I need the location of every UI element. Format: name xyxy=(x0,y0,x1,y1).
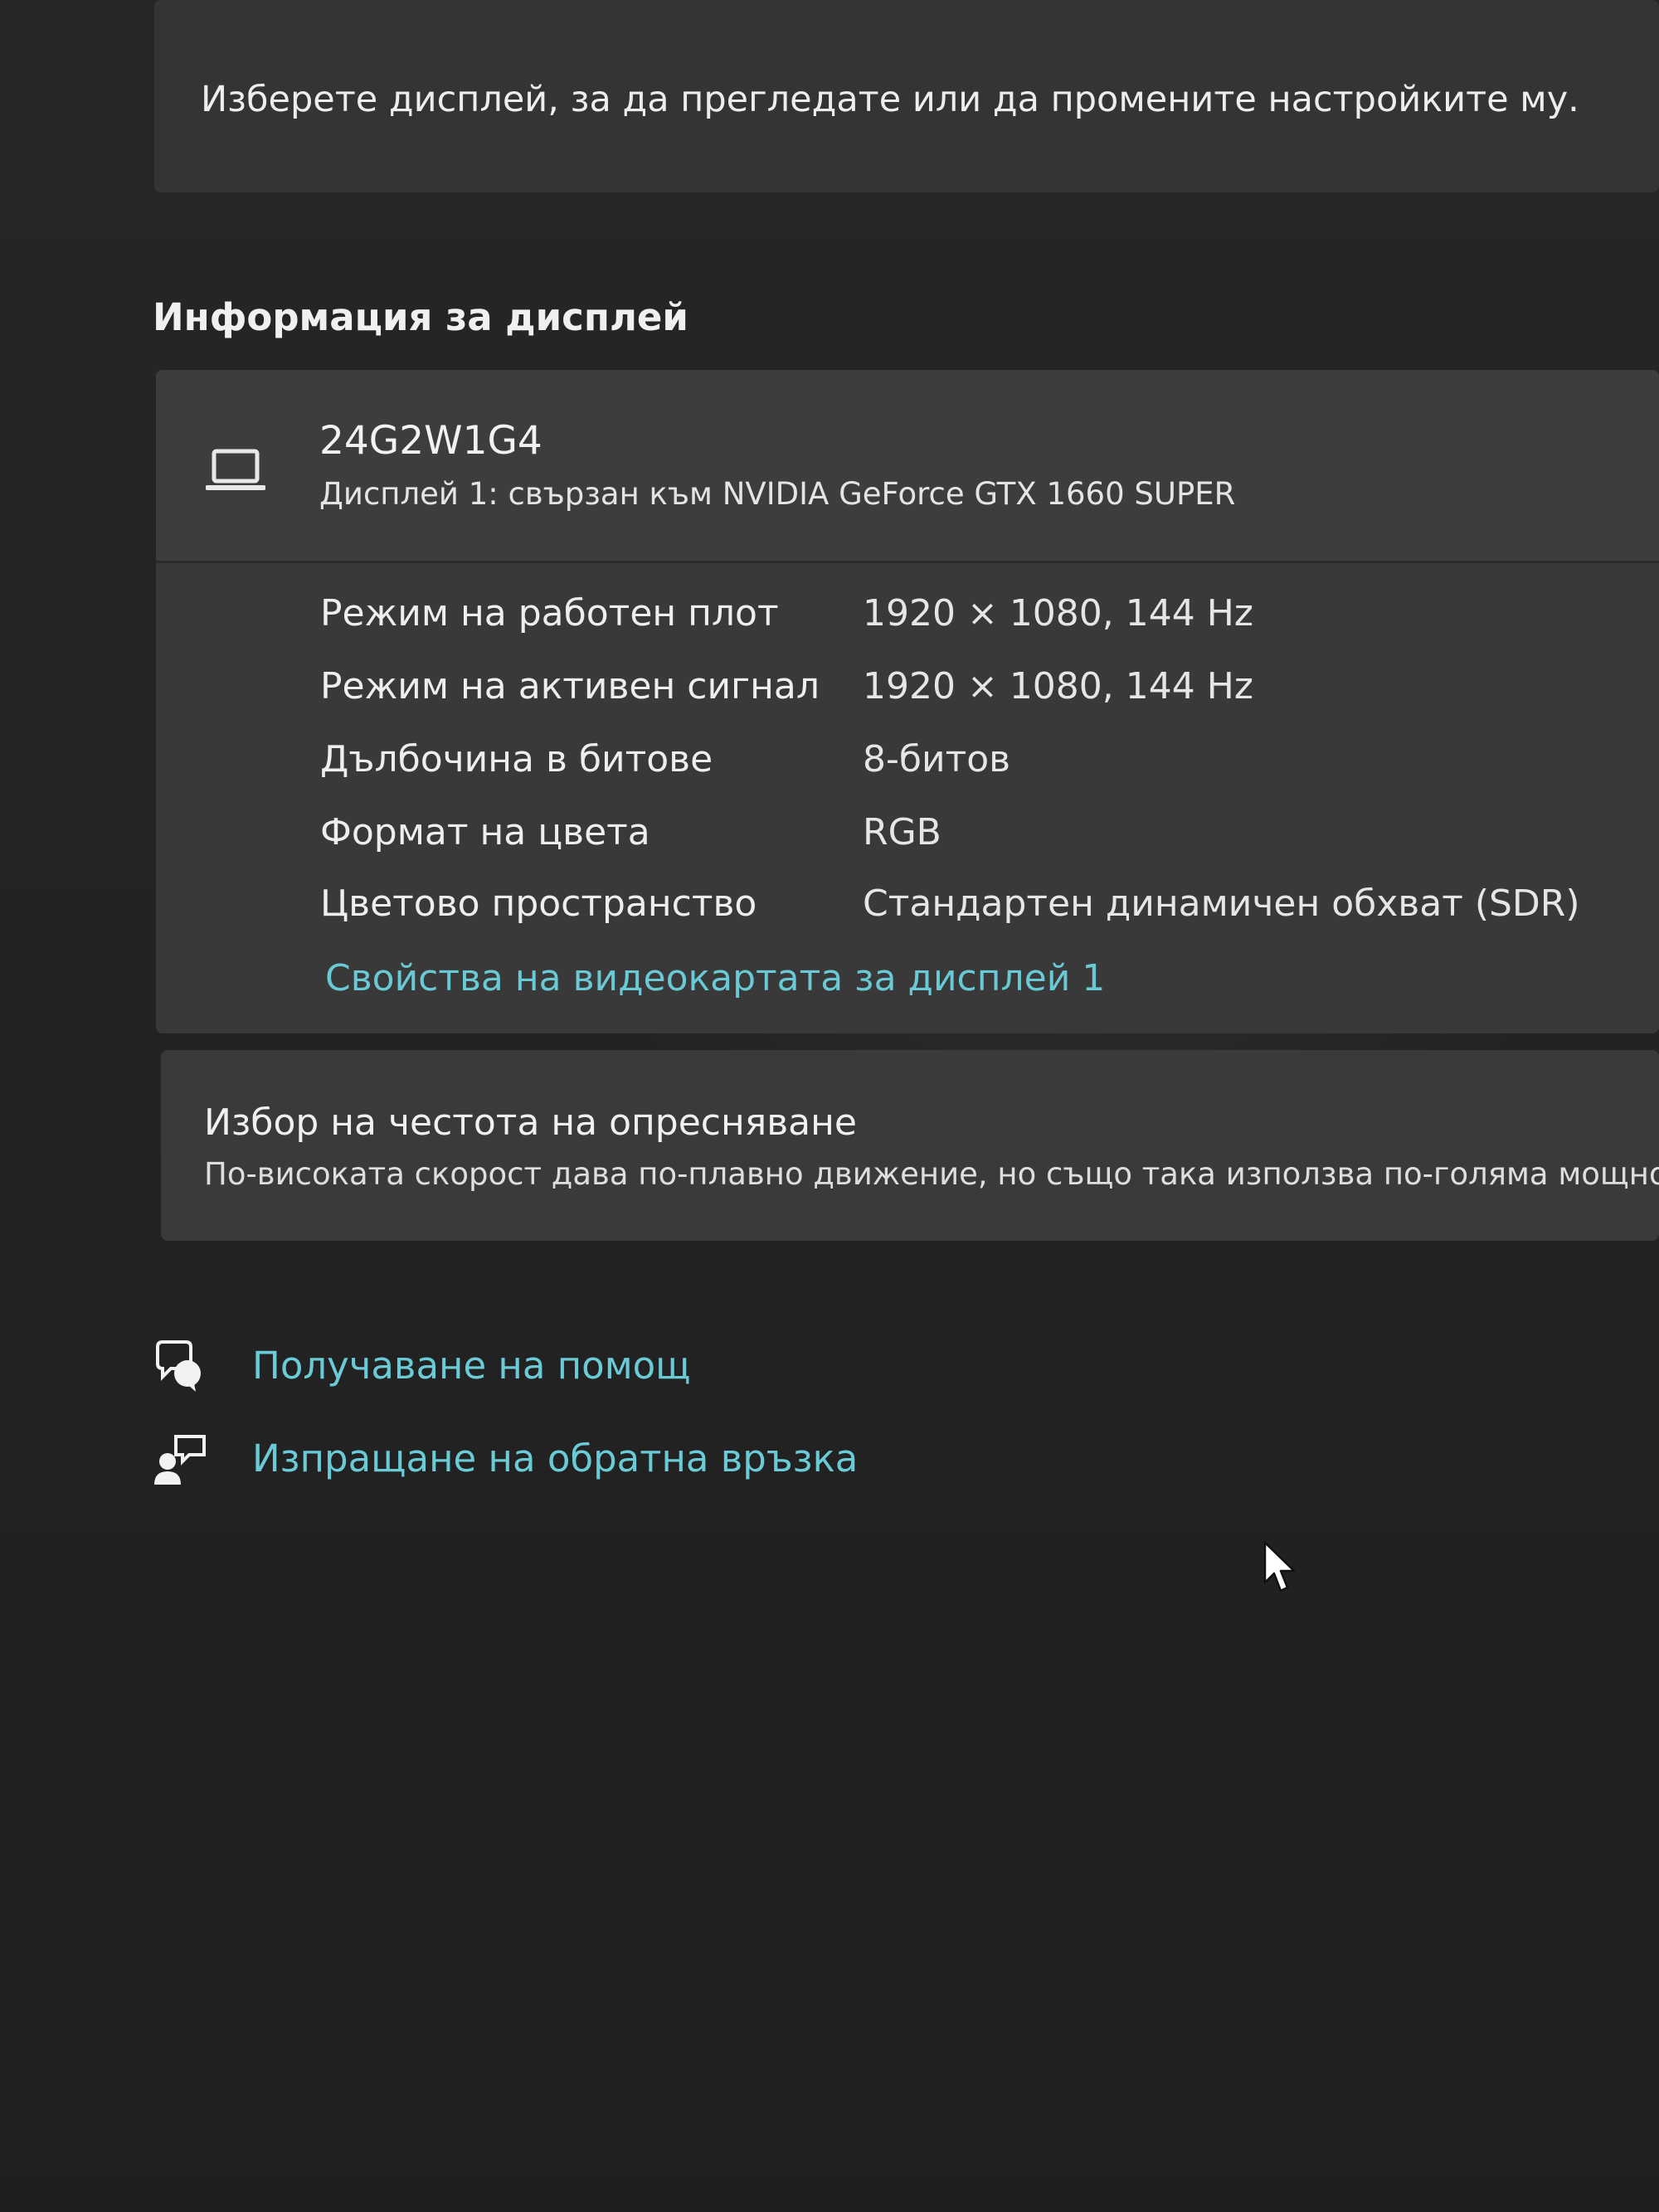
send-feedback-label: Изпращане на обратна връзка xyxy=(252,1437,859,1480)
get-help-label: Получаване на помощ xyxy=(252,1344,691,1388)
display-info-heading: Информация за дисплей xyxy=(153,295,688,339)
active-signal-label: Режим на активен сигнал xyxy=(320,665,820,707)
refresh-rate-title: Избор на честота на опресняване xyxy=(204,1101,857,1144)
feedback-icon xyxy=(154,1435,206,1485)
display-name: 24G2W1G4 xyxy=(319,418,542,464)
display-connection: Дисплей 1: свързан към NVIDIA GeForce GT… xyxy=(319,476,1236,512)
refresh-rate-card[interactable]: Избор на честота на опресняване По-висок… xyxy=(161,1050,1659,1241)
mouse-cursor-icon xyxy=(1263,1541,1296,1592)
refresh-rate-description: По-високата скорост дава по-плавно движе… xyxy=(204,1156,1659,1192)
select-display-card: Изберете дисплей, за да прегледате или д… xyxy=(154,0,1659,192)
get-help-link[interactable]: Получаване на помощ xyxy=(153,1337,982,1395)
color-format-label: Формат на цвета xyxy=(320,811,650,853)
select-display-prompt: Изберете дисплей, за да прегледате или д… xyxy=(201,79,1579,120)
divider xyxy=(156,561,1659,563)
color-space-value: Стандартен динамичен обхват (SDR) xyxy=(863,882,1580,925)
bit-depth-value: 8-битов xyxy=(863,738,1011,780)
display-adapter-properties-link[interactable]: Свойства на видеокартата за дисплей 1 xyxy=(325,957,1105,999)
active-signal-value: 1920 × 1080, 144 Hz xyxy=(863,665,1253,707)
display-info-header[interactable]: 24G2W1G4 Дисплей 1: свързан към NVIDIA G… xyxy=(156,370,1659,561)
laptop-monitor-icon xyxy=(206,449,265,490)
bit-depth-label: Дълбочина в битове xyxy=(320,738,713,780)
color-space-label: Цветово пространство xyxy=(320,882,757,925)
help-chat-icon xyxy=(156,1340,201,1392)
desktop-mode-label: Режим на работен плот xyxy=(320,592,779,634)
send-feedback-link[interactable]: Изпращане на обратна връзка xyxy=(153,1430,982,1488)
color-format-value: RGB xyxy=(863,811,941,853)
display-info-card: 24G2W1G4 Дисплей 1: свързан към NVIDIA G… xyxy=(156,370,1659,1033)
desktop-mode-value: 1920 × 1080, 144 Hz xyxy=(863,592,1253,634)
